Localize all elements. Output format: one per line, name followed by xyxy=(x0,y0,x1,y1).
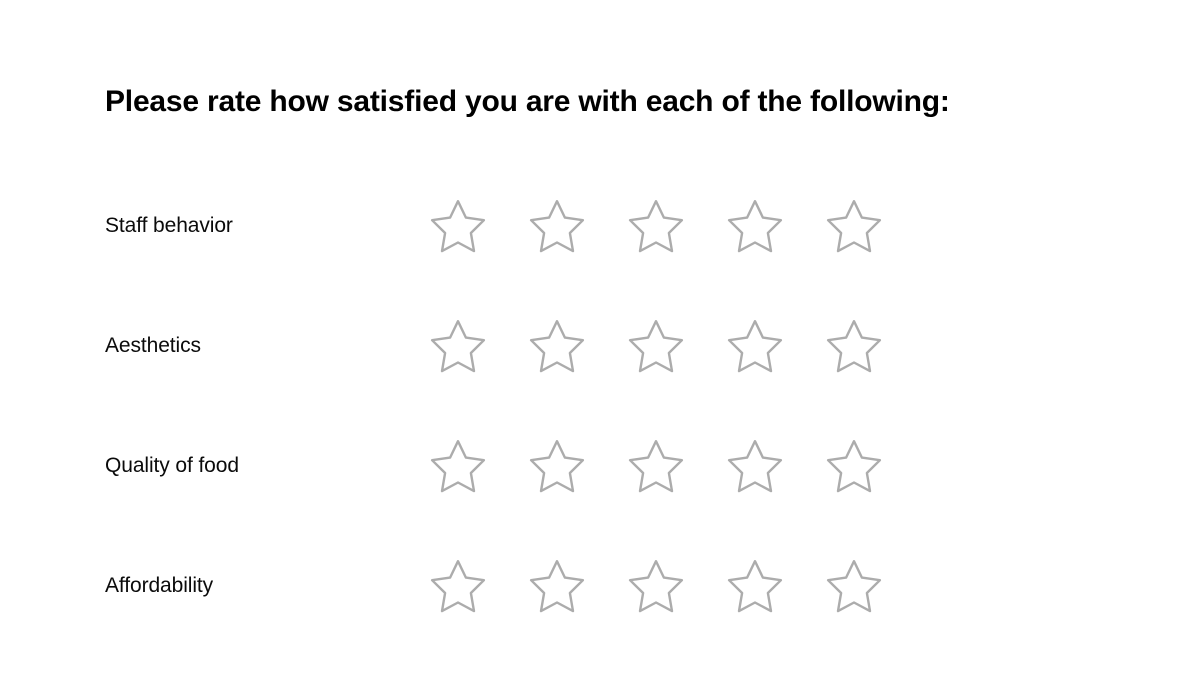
rating-row: Aesthetics xyxy=(0,316,1184,376)
star-outline-icon[interactable] xyxy=(825,438,883,494)
star-rating-group xyxy=(429,196,883,256)
star-outline-icon[interactable] xyxy=(627,318,685,374)
star-outline-icon[interactable] xyxy=(627,558,685,614)
rating-row-label: Aesthetics xyxy=(105,334,201,357)
rating-row: Affordability xyxy=(0,556,1184,616)
page-title: Please rate how satisfied you are with e… xyxy=(105,85,950,118)
star-outline-icon[interactable] xyxy=(528,558,586,614)
star-outline-icon[interactable] xyxy=(825,318,883,374)
star-rating-group xyxy=(429,436,883,496)
star-outline-icon[interactable] xyxy=(825,558,883,614)
star-outline-icon[interactable] xyxy=(726,198,784,254)
rating-row: Quality of food xyxy=(0,436,1184,496)
rating-survey-card: Please rate how satisfied you are with e… xyxy=(0,0,1184,700)
star-outline-icon[interactable] xyxy=(528,198,586,254)
star-outline-icon[interactable] xyxy=(429,438,487,494)
star-outline-icon[interactable] xyxy=(627,438,685,494)
star-outline-icon[interactable] xyxy=(528,318,586,374)
star-outline-icon[interactable] xyxy=(825,198,883,254)
star-outline-icon[interactable] xyxy=(429,198,487,254)
star-outline-icon[interactable] xyxy=(429,318,487,374)
star-rating-group xyxy=(429,556,883,616)
star-outline-icon[interactable] xyxy=(726,558,784,614)
star-outline-icon[interactable] xyxy=(429,558,487,614)
star-outline-icon[interactable] xyxy=(627,198,685,254)
rating-row-label: Staff behavior xyxy=(105,214,233,237)
star-rating-group xyxy=(429,316,883,376)
rating-row-label: Quality of food xyxy=(105,454,239,477)
rating-row: Staff behavior xyxy=(0,196,1184,256)
star-outline-icon[interactable] xyxy=(528,438,586,494)
rating-row-label: Affordability xyxy=(105,574,214,597)
star-outline-icon[interactable] xyxy=(726,318,784,374)
star-outline-icon[interactable] xyxy=(726,438,784,494)
